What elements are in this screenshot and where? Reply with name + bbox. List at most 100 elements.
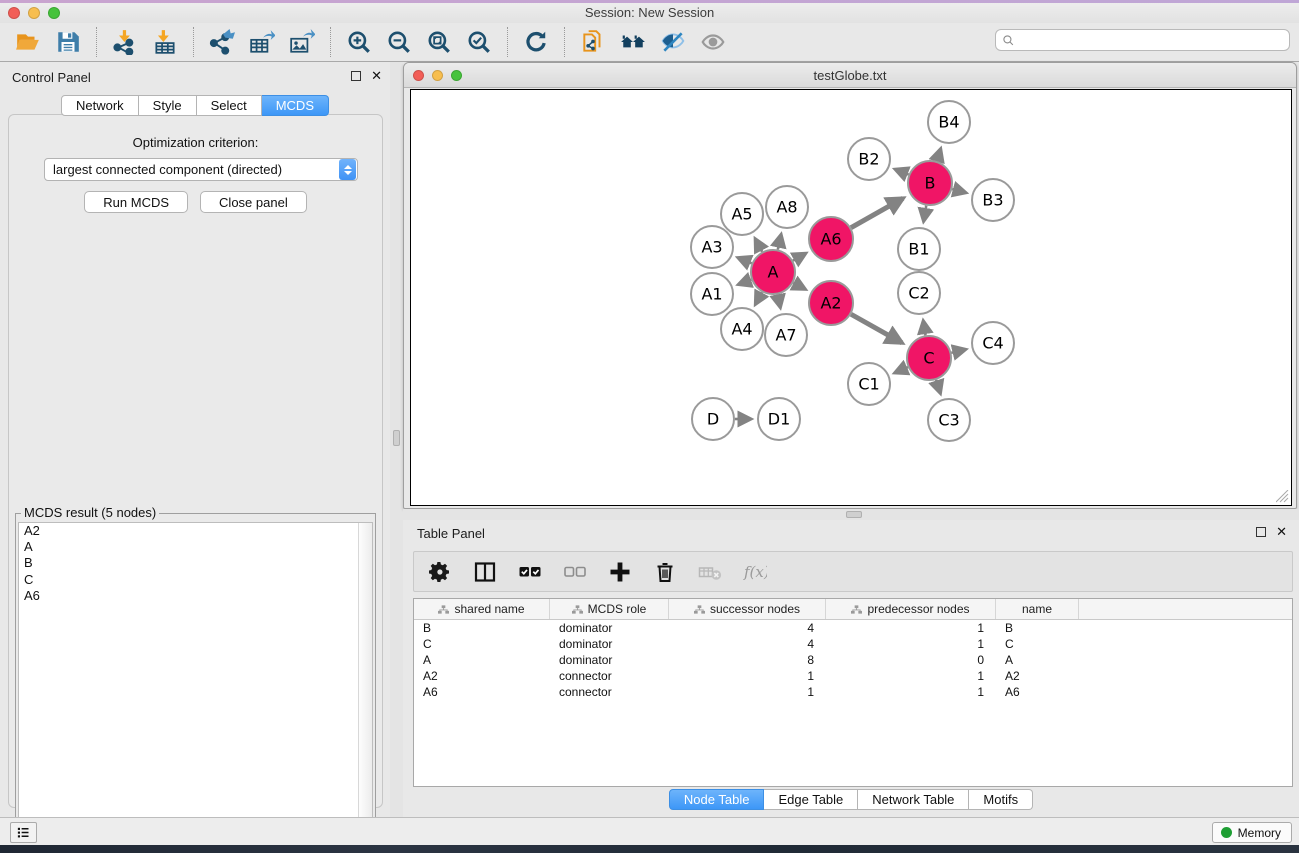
edge-A6-B[interactable] bbox=[851, 198, 903, 227]
edge-C-C4[interactable] bbox=[951, 349, 965, 352]
zoom-selected-icon[interactable] bbox=[465, 28, 493, 56]
result-item[interactable]: A2 bbox=[19, 523, 372, 539]
network-window-titlebar[interactable]: testGlobe.txt bbox=[404, 63, 1296, 88]
zoom-in-icon[interactable] bbox=[345, 28, 373, 56]
table-cell[interactable]: dominator bbox=[550, 652, 669, 668]
first-neighbors-icon[interactable] bbox=[619, 28, 647, 56]
column-header-predecessor-nodes[interactable]: predecessor nodes bbox=[826, 599, 996, 619]
node-table[interactable]: shared nameMCDS rolesuccessor nodesprede… bbox=[413, 598, 1293, 787]
edge-A-A8[interactable] bbox=[778, 234, 781, 249]
edge-A-A1[interactable] bbox=[738, 280, 751, 285]
network-graph[interactable]: B4B2BB3A5A8A6A3B1AA1C2A2A4A7C4CC1C3DD1 bbox=[411, 90, 1291, 505]
close-panel-button[interactable]: Close panel bbox=[200, 191, 307, 213]
table-row[interactable]: Cdominator41C bbox=[414, 636, 1292, 652]
gear-icon[interactable] bbox=[426, 558, 454, 586]
hide-details-icon[interactable] bbox=[659, 28, 687, 56]
column-header-successor-nodes[interactable]: successor nodes bbox=[669, 599, 826, 619]
import-table-icon[interactable] bbox=[151, 28, 179, 56]
table-cell[interactable]: 4 bbox=[669, 636, 826, 652]
table-cell[interactable]: dominator bbox=[550, 620, 669, 636]
edge-C-C1[interactable] bbox=[895, 367, 908, 373]
network-canvas[interactable]: B4B2BB3A5A8A6A3B1AA1C2A2A4A7C4CC1C3DD1 bbox=[410, 89, 1292, 506]
table-cell[interactable]: A2 bbox=[996, 668, 1079, 684]
table-row[interactable]: A6connector11A6 bbox=[414, 684, 1292, 700]
edge-A-A4[interactable] bbox=[755, 292, 762, 304]
table-cell[interactable]: A6 bbox=[996, 684, 1079, 700]
vertical-splitter[interactable] bbox=[390, 62, 403, 817]
result-item[interactable]: B bbox=[19, 555, 372, 571]
export-network-icon[interactable] bbox=[208, 28, 236, 56]
table-row[interactable]: Bdominator41B bbox=[414, 620, 1292, 636]
tab-mcds[interactable]: MCDS bbox=[262, 95, 329, 116]
export-table-icon[interactable] bbox=[248, 28, 276, 56]
refresh-icon[interactable] bbox=[522, 28, 550, 56]
edge-A-A2[interactable] bbox=[793, 283, 805, 289]
edge-B-B3[interactable] bbox=[952, 189, 966, 193]
table-cell[interactable]: B bbox=[996, 620, 1079, 636]
search-field[interactable] bbox=[995, 29, 1290, 51]
mcds-result-list[interactable]: A2ABCA6 bbox=[18, 522, 373, 850]
table-cell[interactable]: 8 bbox=[669, 652, 826, 668]
edge-C-C2[interactable] bbox=[923, 321, 925, 336]
table-cell[interactable]: A2 bbox=[414, 668, 550, 684]
resize-grip-icon[interactable] bbox=[1276, 490, 1289, 503]
deselect-all-icon[interactable] bbox=[561, 558, 589, 586]
add-column-icon[interactable] bbox=[606, 558, 634, 586]
tab-style[interactable]: Style bbox=[139, 95, 197, 116]
table-cell[interactable]: connector bbox=[550, 668, 669, 684]
table-cell[interactable]: B bbox=[414, 620, 550, 636]
result-item[interactable]: A6 bbox=[19, 588, 372, 604]
edge-C-C3[interactable] bbox=[936, 380, 940, 393]
tab-motifs[interactable]: Motifs bbox=[969, 789, 1033, 810]
edge-A2-C[interactable] bbox=[851, 314, 902, 343]
result-item[interactable]: C bbox=[19, 572, 372, 588]
table-cell[interactable]: 1 bbox=[826, 684, 996, 700]
task-history-button[interactable] bbox=[10, 822, 37, 843]
tab-node-table[interactable]: Node Table bbox=[669, 789, 765, 810]
show-eye-icon[interactable] bbox=[699, 28, 727, 56]
search-input[interactable] bbox=[1015, 31, 1289, 49]
table-cell[interactable]: 0 bbox=[826, 652, 996, 668]
table-cell[interactable]: A bbox=[414, 652, 550, 668]
edge-A-A5[interactable] bbox=[755, 239, 762, 252]
edge-B-B4[interactable] bbox=[937, 149, 941, 161]
save-icon[interactable] bbox=[54, 28, 82, 56]
edge-B-B1[interactable] bbox=[924, 206, 927, 222]
tab-edge-table[interactable]: Edge Table bbox=[764, 789, 858, 810]
zoom-out-icon[interactable] bbox=[385, 28, 413, 56]
table-cell[interactable]: 1 bbox=[826, 668, 996, 684]
criterion-dropdown[interactable]: largest connected component (directed) bbox=[44, 158, 358, 181]
table-row[interactable]: A2connector11A2 bbox=[414, 668, 1292, 684]
table-cell[interactable]: 1 bbox=[669, 668, 826, 684]
result-scrollbar[interactable] bbox=[358, 523, 372, 849]
column-header-MCDS-role[interactable]: MCDS role bbox=[550, 599, 669, 619]
table-cell[interactable]: connector bbox=[550, 684, 669, 700]
horizontal-splitter[interactable] bbox=[403, 509, 1299, 520]
table-cell[interactable]: C bbox=[996, 636, 1079, 652]
float-panel-icon[interactable] bbox=[1256, 527, 1266, 537]
run-mcds-button[interactable]: Run MCDS bbox=[84, 191, 188, 213]
close-panel-icon[interactable]: ✕ bbox=[371, 71, 382, 81]
edge-A-A6[interactable] bbox=[793, 253, 806, 260]
delete-column-icon[interactable] bbox=[651, 558, 679, 586]
tab-network-table[interactable]: Network Table bbox=[858, 789, 969, 810]
table-cell[interactable]: A6 bbox=[414, 684, 550, 700]
column-header-shared-name[interactable]: shared name bbox=[414, 599, 550, 619]
open-folder-icon[interactable] bbox=[14, 28, 42, 56]
columns-icon[interactable] bbox=[471, 558, 499, 586]
float-panel-icon[interactable] bbox=[351, 71, 361, 81]
table-cell[interactable]: 4 bbox=[669, 620, 826, 636]
table-cell[interactable]: 1 bbox=[826, 620, 996, 636]
select-all-checks-icon[interactable] bbox=[516, 558, 544, 586]
column-header-name[interactable]: name bbox=[996, 599, 1079, 619]
tab-network[interactable]: Network bbox=[61, 95, 139, 116]
close-panel-icon[interactable]: ✕ bbox=[1276, 527, 1287, 537]
table-cell[interactable]: C bbox=[414, 636, 550, 652]
import-network-icon[interactable] bbox=[111, 28, 139, 56]
table-row[interactable]: Adominator80A bbox=[414, 652, 1292, 668]
export-image-icon[interactable] bbox=[288, 28, 316, 56]
edge-A-A7[interactable] bbox=[778, 295, 781, 308]
edge-B-B2[interactable] bbox=[895, 169, 909, 174]
table-cell[interactable]: A bbox=[996, 652, 1079, 668]
splitter-handle[interactable] bbox=[393, 430, 400, 446]
